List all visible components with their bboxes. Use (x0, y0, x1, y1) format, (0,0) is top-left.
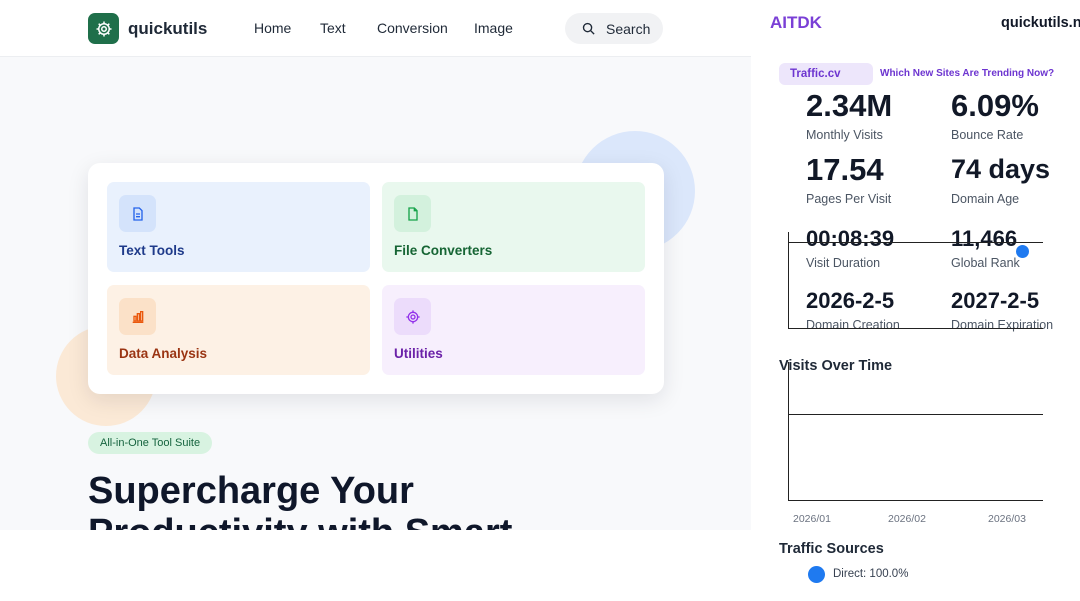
chart-gridline (788, 328, 1043, 329)
stat-domain-expiration-label: Domain Expiration (951, 318, 1054, 332)
document-icon (132, 206, 143, 221)
stat-pages-per-visit-value: 17.54 (806, 152, 884, 187)
stat-pages-per-visit-label: Pages Per Visit (806, 192, 892, 206)
tile-utilities[interactable]: Utilities (382, 285, 645, 375)
tile-label: Text Tools (119, 243, 185, 258)
stat-visit-duration-value: 00:08:39 (806, 226, 895, 251)
aitdk-brand[interactable]: AITDK (770, 13, 822, 33)
tile-icon-box (119, 195, 156, 232)
chart-data-point (1016, 245, 1029, 258)
tile-text-tools[interactable]: Text Tools (107, 182, 370, 272)
x-tick-label: 2026/03 (988, 513, 1026, 525)
x-tick-label: 2026/01 (793, 513, 831, 525)
visits-chart-y-axis (788, 362, 789, 501)
logo-mark[interactable] (88, 13, 119, 44)
hero-headline-line-2: Productivity with Smart (88, 512, 688, 530)
tile-label: Utilities (394, 346, 443, 361)
hero-headline: Supercharge Your Productivity with Smart (88, 470, 688, 530)
tile-label: File Converters (394, 243, 493, 258)
logo-text[interactable]: quickutils (128, 19, 207, 39)
stat-domain-creation-label: Domain Creation (806, 318, 900, 332)
page-fold-mask (0, 530, 751, 601)
search-button[interactable]: Search (565, 13, 663, 44)
search-icon (582, 22, 595, 35)
current-domain: quickutils.n (1001, 15, 1080, 31)
visits-chart-x-axis (788, 500, 1043, 501)
hero-headline-line-1: Supercharge Your (88, 470, 414, 512)
tile-icon-box (394, 298, 431, 335)
tile-label: Data Analysis (119, 346, 208, 361)
chart-gridline (788, 242, 1043, 243)
hero-badge: All-in-One Tool Suite (88, 432, 213, 454)
stat-global-rank-value: 11,466 (951, 226, 1018, 251)
chart-axis-line (788, 232, 789, 329)
nav-image[interactable]: Image (474, 20, 513, 36)
gear-icon (96, 21, 111, 36)
traffic-sources-title: Traffic Sources (779, 541, 884, 557)
aitdk-extension-panel: AITDK quickutils.n Traffic.cv Which New … (751, 0, 1080, 601)
traffic-source-tag[interactable]: Traffic.cv (779, 63, 873, 85)
tile-icon-box (119, 298, 156, 335)
file-icon (407, 206, 418, 221)
top-navigation: quickutils Home Text Conversion Image Se… (0, 0, 751, 57)
nav-conversion[interactable]: Conversion (377, 20, 448, 36)
x-tick-label: 2026/02 (888, 513, 926, 525)
tool-categories-card: Text Tools File Converters Data Analysis (88, 163, 664, 394)
tile-file-converters[interactable]: File Converters (382, 182, 645, 272)
stat-visit-duration-label: Visit Duration (806, 256, 881, 270)
visits-chart-gridline (788, 414, 1043, 415)
website-viewport: quickutils Home Text Conversion Image Se… (0, 0, 751, 601)
trending-sites-link[interactable]: Which New Sites Are Trending Now? (880, 68, 1054, 79)
legend-swatch-direct (808, 566, 825, 583)
nav-text[interactable]: Text (320, 20, 346, 36)
stat-global-rank-label: Global Rank (951, 256, 1020, 270)
stat-domain-creation-value: 2026-2-5 (806, 288, 895, 313)
visits-over-time-title: Visits Over Time (779, 358, 893, 374)
stat-bounce-rate-label: Bounce Rate (951, 128, 1024, 142)
search-label: Search (606, 20, 651, 37)
nav-home[interactable]: Home (254, 20, 291, 36)
gear-icon (405, 309, 420, 324)
tile-icon-box (394, 195, 431, 232)
legend-direct: Direct: 100.0% (833, 568, 909, 580)
stat-domain-age-value: 74 days (951, 154, 1051, 184)
stat-monthly-visits-value: 2.34M (806, 88, 893, 123)
stat-domain-expiration-value: 2027-2-5 (951, 288, 1040, 313)
stat-bounce-rate-value: 6.09% (951, 88, 1039, 123)
stat-domain-age-label: Domain Age (951, 192, 1020, 206)
bar-chart-icon (132, 310, 143, 323)
stat-monthly-visits-label: Monthly Visits (806, 128, 883, 142)
tile-data-analysis[interactable]: Data Analysis (107, 285, 370, 375)
